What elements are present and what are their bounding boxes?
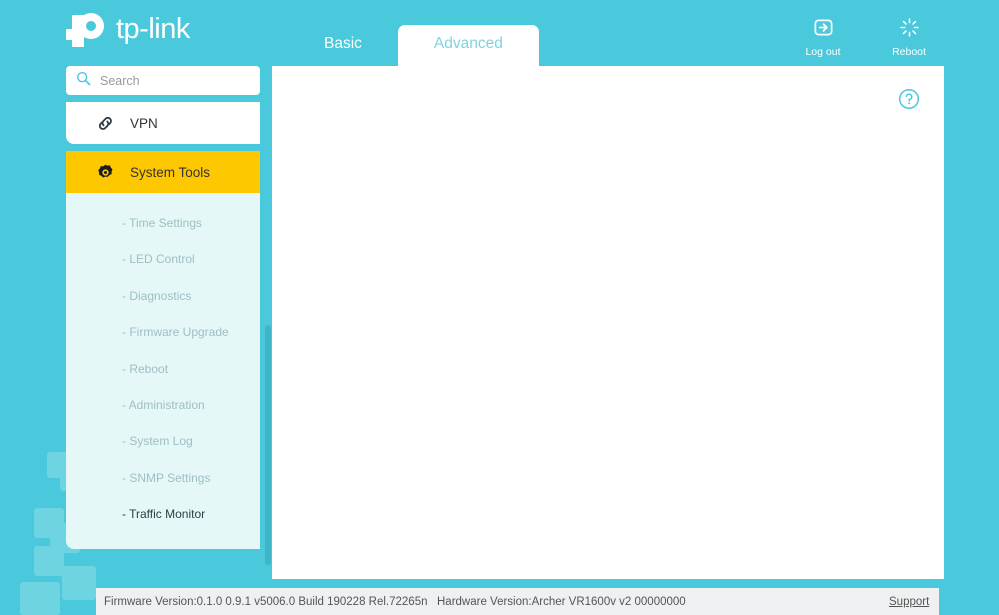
content-panel — [272, 66, 944, 579]
header-actions: Log out Reboot — [797, 17, 935, 58]
tplink-logo: tp-link — [66, 9, 190, 49]
submenu-item-reboot[interactable]: - Reboot — [66, 351, 260, 387]
search-box[interactable] — [66, 66, 261, 95]
logout-label: Log out — [805, 46, 841, 58]
system-tools-submenu: - Time Settings - LED Control - Diagnost… — [66, 193, 260, 549]
submenu-item-diagnostics[interactable]: - Diagnostics — [66, 278, 260, 314]
submenu-item-traffic-monitor[interactable]: - Traffic Monitor — [66, 496, 260, 532]
tab-basic[interactable]: Basic — [288, 25, 398, 66]
vpn-link-icon — [92, 114, 118, 133]
main-tabs: Basic Advanced — [288, 25, 539, 74]
hardware-version: Hardware Version:Archer VR1600v v2 00000… — [437, 595, 686, 608]
sidebar-item-vpn-label: VPN — [130, 115, 158, 131]
footer: Firmware Version:0.1.0 0.9.1 v5006.0 Bui… — [0, 588, 999, 615]
submenu-item-time-settings[interactable]: - Time Settings — [66, 205, 260, 241]
submenu-item-led-control[interactable]: - LED Control — [66, 241, 260, 277]
search-input[interactable] — [100, 73, 261, 88]
search-icon — [76, 71, 91, 91]
brand-name: tp-link — [116, 12, 190, 45]
firmware-version: Firmware Version:0.1.0 0.9.1 v5006.0 Bui… — [104, 595, 428, 608]
tab-advanced[interactable]: Advanced — [397, 25, 539, 74]
sidebar-item-system-tools[interactable]: System Tools — [66, 151, 260, 193]
logout-icon — [813, 17, 834, 43]
sidebar-item-system-tools-label: System Tools — [130, 164, 211, 180]
submenu-item-administration[interactable]: - Administration — [66, 387, 260, 423]
gear-icon — [92, 163, 118, 182]
sidebar-item-vpn[interactable]: VPN — [66, 102, 260, 144]
app-header: tp-link Basic Advanced Log out Reboot — [0, 0, 999, 74]
submenu-item-snmp-settings[interactable]: - SNMP Settings — [66, 460, 260, 496]
submenu-item-system-log[interactable]: - System Log — [66, 423, 260, 459]
reboot-label: Reboot — [892, 46, 926, 58]
support-link[interactable]: Support — [889, 596, 929, 608]
decorative-block — [34, 546, 64, 576]
reboot-button[interactable]: Reboot — [883, 17, 935, 58]
sidebar-scrollbar-thumb[interactable] — [265, 325, 271, 565]
tplink-logo-icon — [66, 9, 108, 49]
submenu-item-firmware-upgrade[interactable]: - Firmware Upgrade — [66, 314, 260, 350]
help-question-icon[interactable] — [898, 88, 920, 115]
logout-button[interactable]: Log out — [797, 17, 849, 58]
sidebar: VPN System Tools - Time Settings - LED C… — [66, 66, 261, 549]
sidebar-scrollbar[interactable] — [265, 66, 271, 579]
reboot-icon — [899, 17, 920, 43]
